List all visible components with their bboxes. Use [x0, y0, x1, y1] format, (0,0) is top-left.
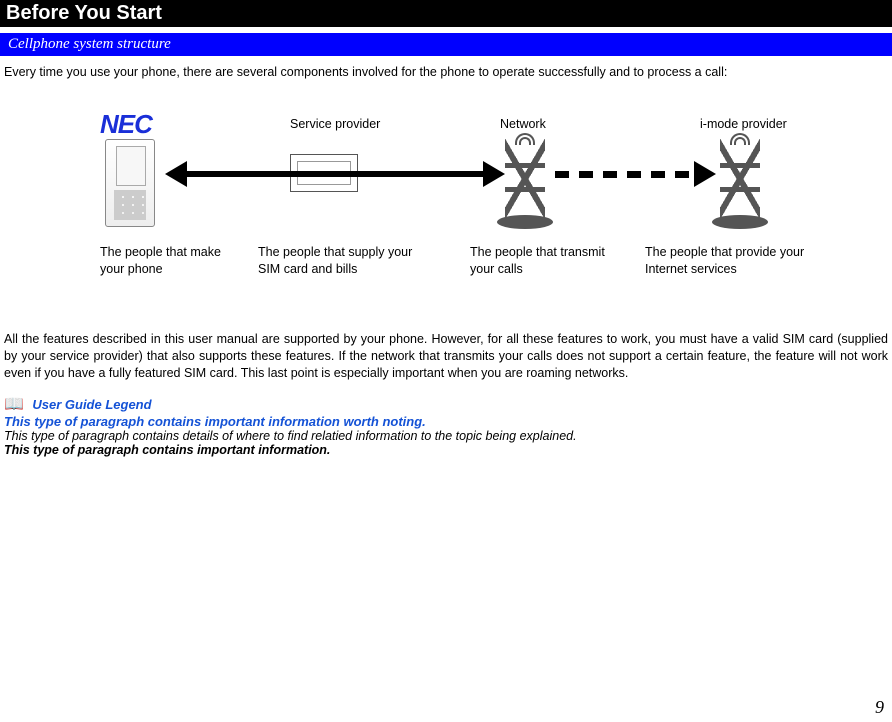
section-heading-bar: Cellphone system structure	[0, 33, 892, 56]
page-title: Before You Start	[6, 2, 162, 24]
label-network: Network	[500, 117, 546, 131]
book-icon: 📖	[4, 396, 24, 413]
arrow-dashed-line	[555, 171, 695, 178]
arrow-left-head-icon	[165, 161, 187, 187]
arrow-right-head-icon	[483, 161, 505, 187]
label-imode-provider: i-mode provider	[700, 117, 787, 131]
caption-phone-maker: The people that make your phone	[100, 244, 230, 278]
caption-service-provider: The people that supply your SIM card and…	[258, 244, 418, 278]
legend-section: 📖 User Guide Legend This type of paragra…	[0, 382, 892, 457]
legend-line-blue: This type of paragraph contains importan…	[4, 414, 888, 429]
legend-line-bold: This type of paragraph contains importan…	[4, 443, 888, 457]
page-title-bar: Before You Start	[0, 0, 892, 27]
caption-network: The people that transmit your calls	[470, 244, 610, 278]
arrow-solid-line	[185, 171, 485, 177]
features-paragraph: All the features described in this user …	[0, 323, 892, 382]
legend-title: User Guide Legend	[32, 397, 151, 412]
label-service-provider: Service provider	[290, 117, 380, 131]
nec-logo: NEC	[100, 109, 152, 140]
section-heading: Cellphone system structure	[8, 36, 171, 52]
arrow-dashed-head-icon	[694, 161, 716, 187]
system-diagram: NEC Service provider Network i-mode prov…	[0, 99, 892, 319]
legend-line-italic: This type of paragraph contains details …	[4, 429, 888, 443]
legend-title-row: 📖 User Guide Legend	[4, 394, 888, 414]
phone-icon	[105, 139, 155, 227]
caption-imode: The people that provide your Internet se…	[645, 244, 815, 278]
page-number: 9	[875, 697, 884, 718]
intro-paragraph: Every time you use your phone, there are…	[0, 56, 892, 81]
